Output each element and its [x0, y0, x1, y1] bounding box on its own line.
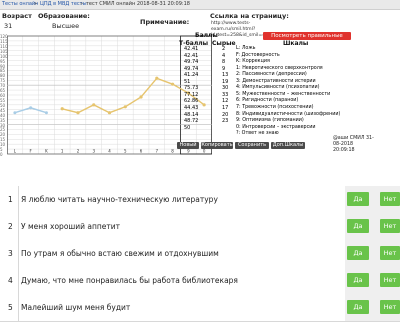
- clinical-point: [76, 111, 80, 115]
- divider: [18, 267, 19, 294]
- y-tick-label: 0: [0, 152, 3, 157]
- scale-name-cell: ?: Ответ не знаю: [236, 131, 279, 137]
- question-text: Малейший шум меня будит: [21, 303, 131, 312]
- page-title: тест СМИЛ онлайн 2018-08-31 20:09:18: [86, 1, 190, 7]
- footnote-line1: @аши СМИЛ 31-: [333, 136, 374, 141]
- no-button[interactable]: Нет: [380, 219, 400, 233]
- x-tick-label: 7: [156, 149, 159, 154]
- footnote-line3: 20:09:18: [333, 148, 355, 153]
- yes-button[interactable]: Да: [347, 300, 369, 314]
- copy-button[interactable]: Копировать: [201, 142, 233, 149]
- new-button[interactable]: Новый: [177, 142, 199, 149]
- question-number: 1: [8, 195, 13, 204]
- clinical-point: [202, 103, 206, 107]
- question-row: 5 Малейший шум меня будит: [0, 294, 345, 322]
- no-button[interactable]: Нет: [380, 300, 400, 314]
- breadcrumb-separator: »: [34, 1, 38, 7]
- t-score-cell: 50: [184, 124, 191, 131]
- question-text: По утрам я обычно встаю свежим и отдохну…: [21, 249, 219, 258]
- clinical-point: [92, 103, 96, 107]
- note-label: Примечание:: [140, 18, 190, 26]
- clinical-point: [60, 107, 64, 111]
- clinical-point: [155, 76, 159, 80]
- page-link-value[interactable]: http://www.tests-exam.ru/smil.html?id_te…: [211, 21, 277, 39]
- y-axis-ruler: 120 115 110 105 100 95 90 85 80 75 70 65 60 55 50 45 40 3…: [0, 34, 8, 164]
- scales-heading: Шкалы: [283, 40, 309, 47]
- x-tick-label: 3: [92, 149, 95, 154]
- clinical-point: [139, 95, 143, 99]
- question-text: У меня хороший аппетит: [21, 222, 121, 231]
- page-link-label: Ссылка на страницу:: [210, 12, 289, 20]
- profile-chart: LFK1234567890: [7, 35, 212, 155]
- question-row: 2 У меня хороший аппетит: [0, 213, 345, 241]
- question-row: 1 Я люблю читать научно-техническую литер…: [0, 186, 345, 214]
- x-tick-label: 9: [187, 149, 190, 154]
- age-value: 31: [4, 22, 13, 30]
- validity-point: [44, 111, 48, 115]
- question-row: 4 Думаю, что мне понравилась бы работа би…: [0, 267, 345, 295]
- clinical-point: [123, 105, 127, 109]
- save-button[interactable]: Сохранить: [235, 142, 269, 149]
- divider: [18, 240, 19, 267]
- education-value: Высшее: [52, 22, 80, 30]
- question-text: Я люблю читать научно-техническую литера…: [21, 195, 218, 204]
- validity-point: [13, 111, 17, 115]
- clinical-point: [107, 111, 112, 115]
- x-tick-label: 5: [124, 149, 127, 154]
- no-button[interactable]: Нет: [380, 246, 400, 260]
- points-heading: Баллы: [195, 32, 218, 39]
- show-answers-button[interactable]: Посмотреть правильные ответы: [263, 32, 351, 47]
- breadcrumb-link-tests[interactable]: Тесты онлайн: [2, 0, 38, 9]
- x-tick-label: 8: [171, 149, 174, 154]
- divider: [18, 213, 19, 240]
- yes-button[interactable]: Да: [347, 246, 369, 260]
- no-button[interactable]: Нет: [380, 273, 400, 287]
- validity-point: [29, 106, 33, 110]
- education-label: Образование:: [38, 12, 90, 20]
- extra-scales-button[interactable]: Доп.Шкалы: [271, 142, 305, 149]
- question-number: 5: [8, 303, 13, 312]
- yes-button[interactable]: Да: [347, 192, 369, 206]
- question-number: 4: [8, 276, 13, 285]
- question-number: 2: [8, 222, 13, 231]
- x-tick-label: 4: [108, 149, 111, 154]
- no-button[interactable]: Нет: [380, 192, 400, 206]
- test-info-header: Возраст 31 Образование: Высшее Примечани…: [0, 10, 400, 38]
- age-label: Возраст: [2, 12, 32, 20]
- footnote-line2: 08-2018: [333, 142, 354, 147]
- breadcrumb: Тесты онлайн » ЦПД в МВД тесты » тест СМ…: [0, 0, 400, 10]
- yes-button[interactable]: Да: [347, 219, 369, 233]
- divider: [18, 186, 19, 213]
- question-row: 3 По утрам я обычно встаю свежим и отдохн…: [0, 240, 345, 268]
- x-tick-label: 2: [77, 149, 80, 154]
- breadcrumb-separator: »: [80, 1, 84, 7]
- question-number: 3: [8, 249, 13, 258]
- raw-score-cell: 23: [222, 118, 229, 125]
- question-text: Думаю, что мне понравилась бы работа биб…: [21, 276, 238, 285]
- yes-button[interactable]: Да: [347, 273, 369, 287]
- clinical-point: [170, 82, 175, 86]
- x-tick-label: K: [45, 149, 48, 154]
- divider: [18, 294, 19, 321]
